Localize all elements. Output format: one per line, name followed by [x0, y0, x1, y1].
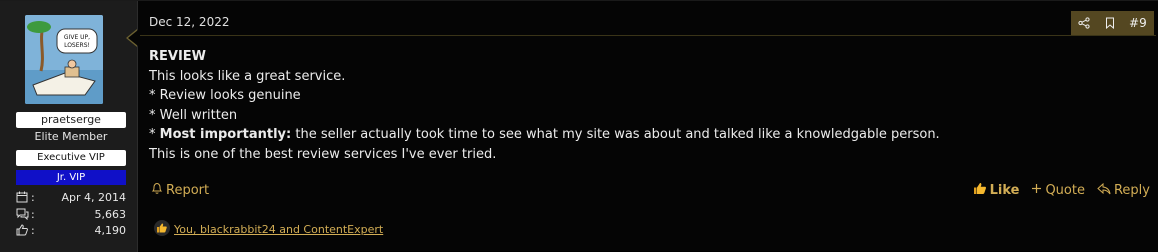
stat-reactions-value: 4,190 — [94, 224, 127, 237]
like-label: Like — [989, 183, 1020, 198]
thumbs-up-icon — [16, 224, 28, 239]
post-line: This looks like a great service. — [149, 68, 346, 84]
bold-phrase: Most importantly: — [159, 127, 292, 143]
user-title: Elite Member — [34, 130, 108, 143]
post-body: REVIEW This looks like a great service. … — [149, 47, 940, 165]
report-label: Report — [166, 183, 210, 198]
post-number[interactable]: #9 — [1129, 16, 1147, 30]
bookmark-icon[interactable] — [1105, 17, 1115, 29]
calendar-icon — [16, 191, 28, 206]
reply-label: Reply — [1113, 183, 1150, 198]
banner-jr-vip: Jr. VIP — [16, 170, 126, 185]
bell-icon — [151, 182, 163, 199]
post-header-actions: #9 — [1071, 11, 1154, 35]
post-line: * Review looks genuine — [149, 88, 301, 104]
stat-joined-value: Apr 4, 2014 — [61, 191, 126, 204]
reply-button[interactable]: Reply — [1097, 182, 1150, 199]
user-panel: GIVE UP, LOSERS! praetserge Elite Member… — [0, 1, 138, 252]
messages-icon — [16, 208, 29, 223]
post-line: * Most importantly: the seller actually … — [149, 125, 940, 145]
reactions-users-link[interactable]: You, blackrabbit24 and ContentExpert — [174, 223, 383, 236]
post-line: * Well written — [149, 107, 238, 123]
reply-icon — [1097, 182, 1111, 199]
post-date[interactable]: Dec 12, 2022 — [149, 15, 229, 29]
post-heading: REVIEW — [149, 49, 207, 64]
banner-executive-vip: Executive VIP — [16, 150, 126, 166]
username[interactable]: praetserge — [16, 112, 126, 128]
report-button[interactable]: Report — [151, 182, 209, 199]
reactions-bar: You, blackrabbit24 and ContentExpert — [154, 220, 383, 239]
post: GIVE UP, LOSERS! praetserge Elite Member… — [0, 0, 1158, 252]
stat-joined: : Apr 4, 2014 — [16, 191, 126, 207]
bullet-prefix: * — [149, 127, 160, 143]
svg-text:LOSERS!: LOSERS! — [64, 42, 90, 49]
share-icon[interactable] — [1078, 17, 1090, 29]
svg-text:GIVE UP,: GIVE UP, — [64, 34, 90, 41]
like-button[interactable]: Like — [973, 182, 1020, 199]
stat-messages: : 5,663 — [16, 208, 126, 224]
plus-icon — [1031, 183, 1042, 198]
stat-colon: : — [31, 224, 35, 237]
post-line: This is one of the best review services … — [149, 146, 497, 162]
avatar[interactable]: GIVE UP, LOSERS! — [25, 15, 103, 104]
quote-label: Quote — [1045, 183, 1085, 198]
post-actions: Like Quote Reply — [973, 182, 1150, 199]
thumbs-up-reaction-icon — [154, 220, 170, 239]
line-rest: the seller actually took time to see wha… — [291, 127, 940, 143]
quote-button[interactable]: Quote — [1031, 182, 1085, 199]
stat-messages-value: 5,663 — [94, 208, 127, 221]
panel-arrow-inner — [128, 30, 138, 46]
stat-reactions: : 4,190 — [16, 224, 126, 240]
header-divider — [140, 35, 1156, 36]
stat-colon: : — [31, 191, 35, 204]
stat-colon: : — [31, 208, 35, 221]
thumbs-up-icon — [973, 182, 987, 199]
